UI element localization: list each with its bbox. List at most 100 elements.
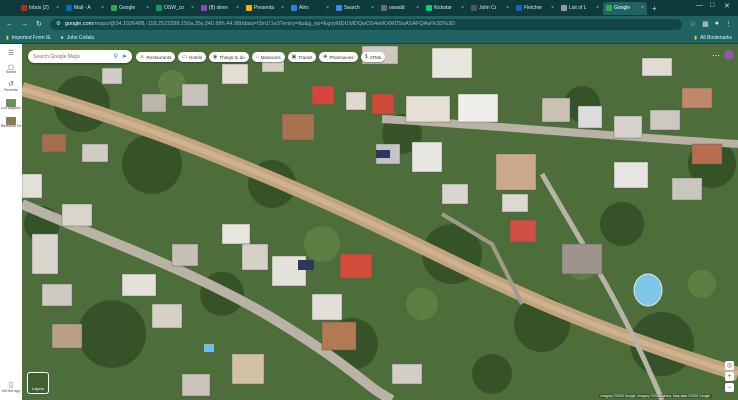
tab-favicon-icon	[246, 5, 252, 11]
tab-label: Kickstar	[434, 5, 452, 11]
layers-button[interactable]: Layers	[27, 372, 49, 394]
tab-close-icon[interactable]: ×	[146, 5, 149, 11]
tab-close-icon[interactable]: ×	[371, 5, 374, 11]
chip-label: Transit	[298, 54, 313, 60]
tab-favicon-icon	[111, 5, 117, 11]
all-bookmarks[interactable]: ▮ All Bookmarks	[694, 35, 732, 41]
avatar[interactable]	[724, 50, 734, 60]
browser-tab-strip: Inbox (2) × Mail - A × Google × OSW_co × (8) str…	[0, 0, 738, 16]
tab-close-icon[interactable]: ×	[506, 5, 509, 11]
chip-restaurants[interactable]: ⚔ Restaurants	[136, 52, 176, 62]
chip-pharmacies[interactable]: ✚ Pharmacies	[319, 52, 358, 62]
map-canvas[interactable]: Search Google Maps ⚲ ➤ ⚔ Restaurants ▭ Hote…	[22, 44, 738, 400]
browser-tab[interactable]: Mail - A ×	[63, 2, 107, 15]
star-icon[interactable]: ☆	[690, 20, 696, 28]
map-controls: ◎ + −	[725, 361, 734, 392]
rail-get-app[interactable]: ▯ Get the app	[2, 382, 21, 394]
tab-close-icon[interactable]: ×	[551, 5, 554, 11]
rail-recent-redlands[interactable]: Redlands Fe	[1, 116, 21, 129]
new-tab-button[interactable]: +	[652, 4, 657, 13]
bed-icon: ▭	[182, 54, 187, 60]
browser-tab[interactable]: John Cr ×	[468, 2, 512, 15]
search-box[interactable]: Search Google Maps ⚲ ➤	[28, 50, 132, 63]
extensions-icon[interactable]: ▦	[702, 20, 709, 28]
chip-things-to-do[interactable]: ◉ Things to do	[209, 52, 249, 62]
more-menu-icon[interactable]: ⋮	[725, 20, 732, 28]
tab-close-icon[interactable]: ×	[281, 5, 284, 11]
tab-label: Alris	[299, 5, 309, 11]
tab-close-icon[interactable]: ×	[641, 5, 644, 11]
rail-recents[interactable]: ↺ Recents	[4, 81, 17, 93]
tab-close-icon[interactable]: ×	[191, 5, 194, 11]
zoom-in-button[interactable]: +	[725, 372, 734, 381]
chip-atms[interactable]: $ ATMs	[360, 52, 386, 62]
tab-favicon-icon	[561, 5, 567, 11]
address-toolbar: ← → ↻ ⚙ google.com /maps/@34.1026488,-11…	[0, 16, 738, 32]
tab-close-icon[interactable]: ×	[416, 5, 419, 11]
menu-icon: ☰	[7, 50, 15, 57]
tab-favicon-icon	[381, 5, 387, 11]
forward-icon[interactable]: →	[21, 21, 28, 28]
profile-icon[interactable]: ●	[715, 20, 719, 28]
tab-close-icon[interactable]: ×	[596, 5, 599, 11]
chip-label: Things to do	[219, 54, 245, 60]
tab-label: Fletcher	[524, 5, 543, 11]
apps-grid-icon[interactable]: ⋯	[712, 51, 720, 60]
tab-label: John Cr	[479, 5, 497, 11]
my-location-icon[interactable]: ◎	[725, 361, 734, 370]
search-input[interactable]: Search Google Maps	[33, 54, 80, 60]
site-info-icon[interactable]: ⚙	[56, 21, 61, 27]
rail-recent-los-angeles[interactable]: Los Angeles	[1, 98, 21, 111]
directions-icon[interactable]: ➤	[122, 53, 127, 60]
bookmark-imported[interactable]: ▮ Imported From IE	[6, 35, 51, 41]
browser-tab[interactable]: Presenta ×	[243, 2, 287, 15]
search-icon[interactable]: ⚲	[114, 53, 118, 60]
url-host: google.com	[64, 21, 94, 27]
chip-label: Museums	[260, 54, 281, 60]
bookmark-john[interactable]: ● John Cellalu	[61, 35, 95, 41]
close-icon[interactable]: ✕	[724, 2, 730, 10]
tab-close-icon[interactable]: ×	[326, 5, 329, 11]
browser-tab[interactable]: Kickstar ×	[423, 2, 467, 15]
tab-favicon-icon	[21, 5, 27, 11]
browser-tab[interactable]: Google ×	[603, 1, 647, 15]
minimize-icon[interactable]: —	[696, 2, 703, 9]
chip-museums[interactable]: ⌂ Museums	[251, 52, 285, 62]
tab-close-icon[interactable]: ×	[101, 5, 104, 11]
browser-tab[interactable]: Google ×	[108, 2, 152, 15]
tab-close-icon[interactable]: ×	[56, 5, 59, 11]
browser-tab[interactable]: List of L ×	[558, 2, 602, 15]
account-area: ⋯	[712, 50, 734, 60]
bus-icon: ▣	[291, 54, 297, 60]
browser-tab[interactable]: Inbox (2) ×	[18, 2, 62, 15]
zoom-out-button[interactable]: −	[725, 383, 734, 392]
browser-tab[interactable]: Fletcher ×	[513, 2, 557, 15]
back-icon[interactable]: ←	[6, 21, 13, 28]
chip-label: Pharmacies	[329, 54, 354, 60]
folder-icon: ▮	[694, 34, 698, 41]
tab-label: Search	[344, 5, 360, 11]
browser-tab[interactable]: oswald ×	[378, 2, 422, 15]
browser-tab[interactable]: OSW_co ×	[153, 2, 197, 15]
maximize-icon[interactable]: □	[710, 2, 714, 9]
reload-icon[interactable]: ↻	[36, 20, 42, 28]
satellite-imagery	[22, 44, 738, 400]
museum-icon: ⌂	[255, 54, 259, 60]
chip-hotels[interactable]: ▭ Hotels	[178, 52, 207, 62]
maps-side-rail: ☰ ◻ Saved ↺ Recents Los Angeles Redlands…	[0, 44, 22, 400]
tab-label: List of L	[569, 5, 587, 11]
rail-saved[interactable]: ◻ Saved	[6, 64, 16, 76]
tab-label: Google	[614, 5, 631, 11]
tab-close-icon[interactable]: ×	[461, 5, 464, 11]
tab-label: Inbox (2)	[29, 5, 49, 11]
browser-tab[interactable]: Search ×	[333, 2, 377, 15]
rail-menu[interactable]: ☰	[8, 50, 14, 58]
tab-close-icon[interactable]: ×	[236, 5, 239, 11]
tab-favicon-icon	[336, 5, 342, 11]
chip-transit[interactable]: ▣ Transit	[287, 52, 317, 62]
browser-tab[interactable]: Alris ×	[288, 2, 332, 15]
url-field[interactable]: ⚙ google.com /maps/@34.1026488,-118.2522…	[49, 18, 682, 30]
folder-icon: ▮	[6, 34, 9, 41]
browser-tab[interactable]: (8) stren ×	[198, 2, 242, 15]
tab-favicon-icon	[516, 5, 522, 11]
